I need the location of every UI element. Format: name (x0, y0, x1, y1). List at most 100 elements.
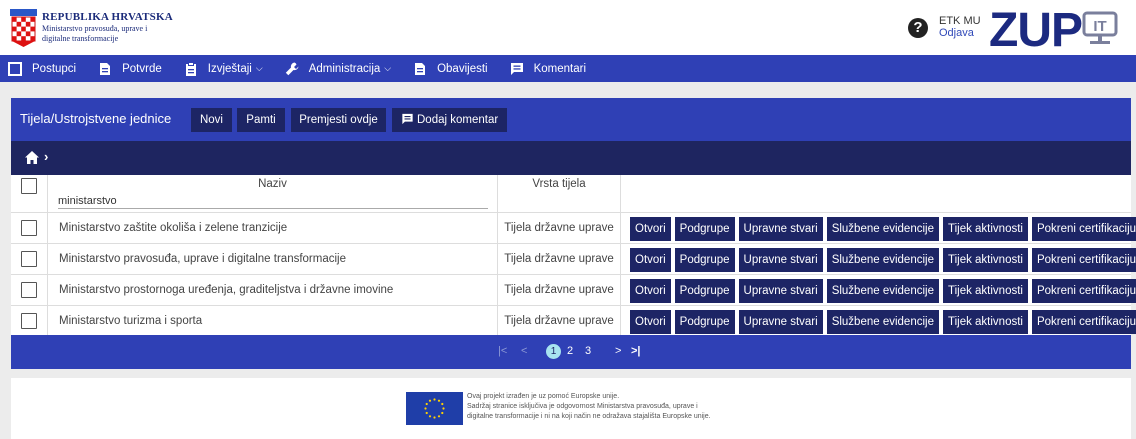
row-naziv: Ministarstvo prostornoga uređenja, gradi… (48, 275, 498, 306)
nav-komentari[interactable]: Komentari (496, 55, 594, 82)
zup-it-badge-text: IT (1093, 18, 1106, 35)
start-certification-button[interactable]: Pokreni certifikaciju (1031, 248, 1136, 272)
next-page-button[interactable]: > (615, 345, 621, 357)
official-records-button[interactable]: Službene evidencije (826, 279, 939, 303)
croatian-coat-of-arms-icon (10, 9, 37, 47)
administrative-matters-button[interactable]: Upravne stvari (738, 248, 823, 272)
nav-label: Izvještaji (207, 62, 252, 75)
brand-title: REPUBLIKA HRVATSKA (42, 11, 173, 23)
activity-flow-button[interactable]: Tijek aktivnosti (942, 310, 1028, 334)
zup-it-monitor-logo: IT (1082, 11, 1118, 44)
nav-izvjestaji[interactable]: Izvještaji ⌵ (170, 55, 271, 82)
row-naziv: Ministarstvo pravosuđa, uprave i digital… (48, 244, 498, 275)
units-panel: Tijela/Ustrojstvene jednice Novi Pamti P… (11, 98, 1136, 369)
row-checkbox-cell (11, 306, 48, 337)
row-checkbox[interactable] (21, 313, 37, 329)
chevron-down-icon: ⌵ (384, 63, 392, 73)
open-button[interactable]: Otvori (630, 248, 671, 272)
zup-logo: ZUP (989, 4, 1083, 57)
nav-potvrde[interactable]: Potvrde (84, 55, 170, 82)
breadcrumb: › (11, 141, 1131, 175)
administrative-matters-button[interactable]: Upravne stvari (738, 310, 823, 334)
first-page-button[interactable]: |< (498, 345, 507, 357)
last-page-button[interactable]: >| (631, 345, 641, 357)
main-nav: Postupci Potvrde Izvještaji ⌵ Administra… (0, 55, 1136, 82)
row-vrsta: Tijela državne uprave (498, 306, 621, 337)
eu-disclaimer-line: Sadržaj stranice isključiva je odgovorno… (467, 403, 698, 410)
row-checkbox-cell (11, 213, 48, 244)
header-checkbox-cell (11, 175, 48, 213)
panel-title: Tijela/Ustrojstvene jednice (20, 111, 172, 126)
page-1-button[interactable]: 1 (546, 344, 561, 359)
previous-page-button[interactable]: < (521, 345, 527, 357)
logout-link[interactable]: Odjava (939, 27, 981, 39)
remember-button[interactable]: Pamti (237, 108, 285, 132)
footer: Ovaj projekt izrađen je uz pomoć Europsk… (11, 378, 1131, 439)
table-row: Ministarstvo zaštite okoliša i zelene tr… (11, 213, 1136, 244)
start-certification-button[interactable]: Pokreni certifikaciju (1031, 310, 1136, 334)
official-records-button[interactable]: Službene evidencije (826, 217, 939, 241)
comment-icon (402, 113, 413, 125)
brand: REPUBLIKA HRVATSKA Ministarstvo pravosuđ… (42, 11, 173, 44)
header: REPUBLIKA HRVATSKA Ministarstvo pravosuđ… (0, 0, 1136, 57)
nav-postupci[interactable]: Postupci (0, 55, 84, 82)
naziv-filter-input[interactable] (58, 193, 488, 209)
activity-flow-button[interactable]: Tijek aktivnosti (942, 248, 1028, 272)
row-checkbox[interactable] (21, 220, 37, 236)
pagination: |< < 1 2 3 > >| (11, 335, 1131, 369)
home-icon[interactable] (25, 151, 39, 164)
nav-administracija[interactable]: Administracija ⌵ (271, 55, 399, 82)
table-header: Naziv Vrsta tijela (11, 175, 1131, 213)
open-button[interactable]: Otvori (630, 279, 671, 303)
column-naziv: Naziv (48, 175, 498, 213)
brand-subtitle: Ministarstvo pravosuđa, uprave i digital… (42, 24, 148, 43)
row-actions: Otvori Podgrupe Upravne stvari Službene … (630, 279, 1136, 303)
row-vrsta: Tijela državne uprave (498, 244, 621, 275)
page-3-button[interactable]: 3 (585, 345, 591, 357)
row-naziv: Ministarstvo zaštite okoliša i zelene tr… (48, 213, 498, 244)
nav-obavijesti[interactable]: Obavijesti (399, 55, 496, 82)
comment-icon (510, 62, 523, 75)
eu-disclaimer: Ovaj projekt izrađen je uz pomoć Europsk… (467, 392, 767, 422)
activity-flow-button[interactable]: Tijek aktivnosti (942, 217, 1028, 241)
subgroups-button[interactable]: Podgrupe (674, 217, 735, 241)
start-certification-button[interactable]: Pokreni certifikaciju (1031, 279, 1136, 303)
open-button[interactable]: Otvori (630, 217, 671, 241)
administrative-matters-button[interactable]: Upravne stvari (738, 217, 823, 241)
add-comment-button[interactable]: Dodaj komentar (392, 108, 507, 132)
official-records-button[interactable]: Službene evidencije (826, 310, 939, 334)
clipboard-icon (185, 61, 196, 76)
row-vrsta: Tijela državne uprave (498, 213, 621, 244)
row-checkbox[interactable] (21, 251, 37, 267)
help-icon[interactable]: ? (908, 18, 928, 38)
open-button[interactable]: Otvori (630, 310, 671, 334)
row-actions: Otvori Podgrupe Upravne stvari Službene … (630, 217, 1136, 241)
row-naziv: Ministarstvo turizma i sporta (48, 306, 498, 337)
table-row: Ministarstvo pravosuđa, uprave i digital… (11, 244, 1136, 275)
activity-flow-button[interactable]: Tijek aktivnosti (942, 279, 1028, 303)
new-button[interactable]: Novi (191, 108, 232, 132)
window-icon (8, 61, 22, 76)
select-all-checkbox[interactable] (21, 178, 37, 194)
subgroups-button[interactable]: Podgrupe (674, 279, 735, 303)
eu-flag-icon (406, 392, 463, 425)
column-naziv-label: Naziv (258, 178, 287, 190)
eu-disclaimer-line: digitalne transformacije i ni na koji na… (467, 413, 711, 420)
start-certification-button[interactable]: Pokreni certifikaciju (1031, 217, 1136, 241)
move-here-button[interactable]: Premjesti ovdje (291, 108, 386, 132)
nav-label: Potvrde (122, 62, 162, 75)
nav-label: Postupci (32, 62, 77, 75)
chevron-right-icon: › (44, 149, 49, 164)
add-comment-label: Dodaj komentar (417, 114, 499, 126)
column-vrsta-label: Vrsta tijela (532, 178, 586, 190)
table-row: Ministarstvo prostornoga uređenja, gradi… (11, 275, 1136, 306)
subgroups-button[interactable]: Podgrupe (674, 248, 735, 272)
eu-disclaimer-line: Ovaj projekt izrađen je uz pomoć Europsk… (467, 393, 620, 400)
row-checkbox-cell (11, 244, 48, 275)
page-2-button[interactable]: 2 (567, 345, 573, 357)
row-vrsta: Tijela državne uprave (498, 275, 621, 306)
row-checkbox[interactable] (21, 282, 37, 298)
administrative-matters-button[interactable]: Upravne stvari (738, 279, 823, 303)
official-records-button[interactable]: Službene evidencije (826, 248, 939, 272)
subgroups-button[interactable]: Podgrupe (674, 310, 735, 334)
